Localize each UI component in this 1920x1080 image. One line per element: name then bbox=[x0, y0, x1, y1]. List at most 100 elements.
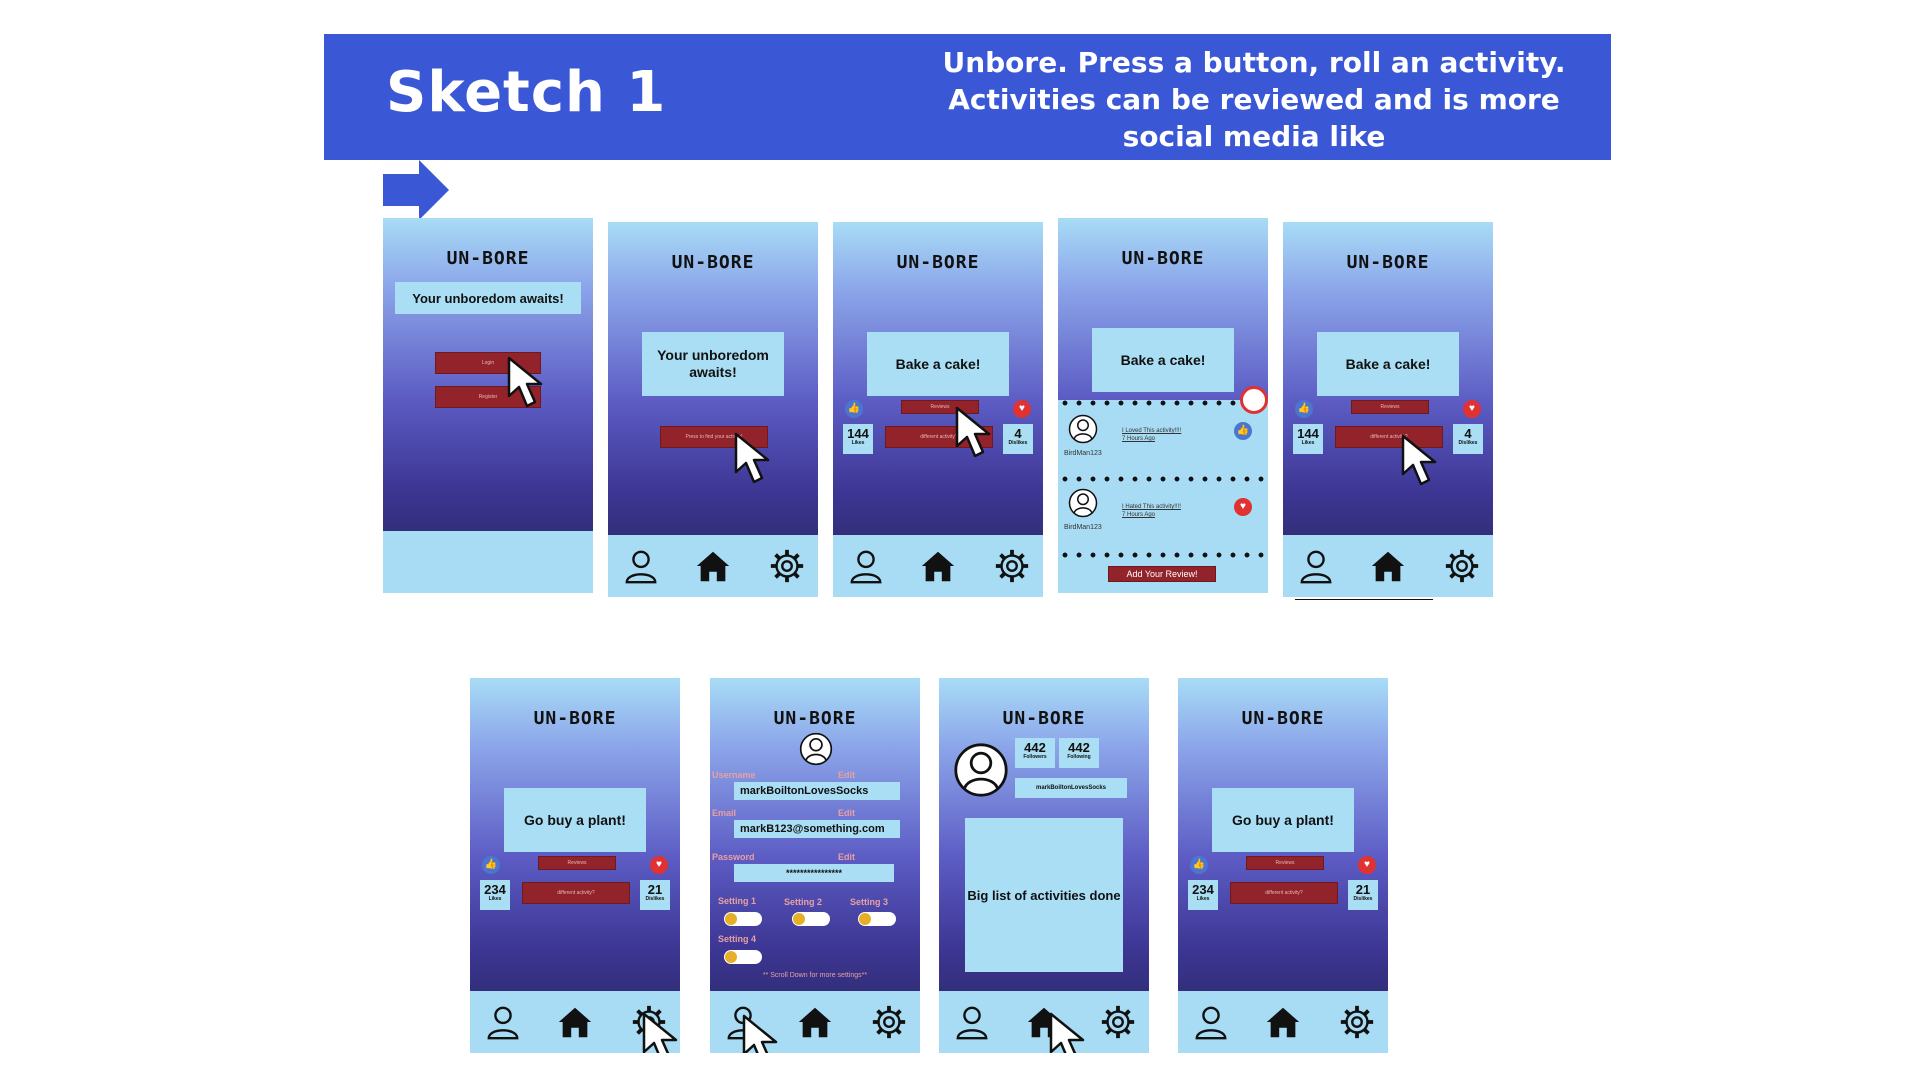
settings-icon[interactable] bbox=[768, 547, 806, 585]
activity-card: Go buy a plant! bbox=[504, 788, 646, 852]
home-icon[interactable] bbox=[1264, 1003, 1302, 1041]
profile-icon[interactable] bbox=[622, 547, 660, 585]
avatar-icon bbox=[1068, 488, 1098, 518]
like-icon[interactable]: 👍 bbox=[482, 856, 500, 874]
review-text: I Hated This activity!!!! bbox=[1122, 504, 1181, 510]
username-label: Username bbox=[712, 770, 756, 780]
dislike-icon[interactable]: ♥ bbox=[650, 856, 668, 874]
activity-card: Bake a cake! bbox=[867, 332, 1009, 396]
dislike-icon[interactable]: ♥ bbox=[1358, 856, 1376, 874]
reviews-button[interactable]: Reviews bbox=[1246, 856, 1324, 870]
dislikes-count: 21 Dislikes bbox=[1348, 880, 1378, 910]
app-logo: UN-BORE bbox=[533, 708, 617, 729]
activities-list[interactable]: Big list of activities done bbox=[965, 818, 1123, 972]
screen-reviews: UN-BORE Bake a cake! BirdMan123 I Loved … bbox=[1058, 218, 1268, 593]
settings-icon[interactable] bbox=[1338, 1003, 1376, 1041]
setting-2-label: Setting 2 bbox=[784, 897, 823, 907]
review-time: 7 Hours Ago bbox=[1122, 436, 1156, 442]
email-field[interactable]: markB123@something.com bbox=[734, 820, 900, 838]
app-logo: UN-BORE bbox=[446, 248, 530, 269]
navbar bbox=[833, 535, 1043, 597]
divider bbox=[1058, 476, 1268, 482]
edit-password-link[interactable]: Edit bbox=[838, 852, 855, 862]
likes-count: 234 Likes bbox=[1188, 880, 1218, 910]
home-icon[interactable] bbox=[556, 1003, 594, 1041]
profile-icon[interactable] bbox=[847, 547, 885, 585]
settings-icon[interactable] bbox=[1099, 1003, 1137, 1041]
reviews-panel: BirdMan123 I Loved This activity!!!! 7 H… bbox=[1058, 400, 1268, 593]
profile-icon[interactable] bbox=[1192, 1003, 1230, 1041]
home-icon[interactable] bbox=[919, 547, 957, 585]
activity-card: Go buy a plant! bbox=[1212, 788, 1354, 852]
home-icon[interactable] bbox=[694, 547, 732, 585]
navbar bbox=[608, 535, 818, 597]
dislike-icon[interactable]: ♥ bbox=[1234, 498, 1252, 516]
dislike-icon[interactable]: ♥ bbox=[1463, 400, 1481, 418]
home-icon[interactable] bbox=[1369, 547, 1407, 585]
profile-icon[interactable] bbox=[953, 1003, 991, 1041]
different-activity-button[interactable]: different activity? bbox=[1230, 882, 1338, 904]
avatar-icon bbox=[1068, 414, 1098, 444]
app-logo: UN-BORE bbox=[773, 708, 857, 729]
add-review-button[interactable]: Add Your Review! bbox=[1108, 566, 1216, 582]
sketch-title: Sketch 1 bbox=[386, 60, 667, 125]
navbar bbox=[939, 991, 1149, 1053]
cursor-icon bbox=[640, 1010, 680, 1053]
app-logo: UN-BORE bbox=[1241, 708, 1325, 729]
cursor-icon bbox=[505, 354, 557, 410]
username-field[interactable]: markBoiltonLovesSocks bbox=[734, 782, 900, 800]
like-icon[interactable]: 👍 bbox=[1190, 856, 1208, 874]
setting-3-toggle[interactable] bbox=[858, 912, 896, 926]
reviews-button[interactable]: Reviews bbox=[538, 856, 616, 870]
like-icon[interactable]: 👍 bbox=[1234, 422, 1252, 440]
dislikes-count: 4 Dislikes bbox=[1453, 424, 1483, 454]
screen-find-activity: UN-BORE Your unboredom awaits! Press to … bbox=[608, 222, 818, 597]
review-time: 7 Hours Ago bbox=[1122, 512, 1156, 518]
password-field[interactable]: **************** bbox=[734, 864, 894, 882]
cursor-icon bbox=[740, 1012, 792, 1053]
app-logo: UN-BORE bbox=[1346, 252, 1430, 273]
navbar bbox=[1178, 991, 1388, 1053]
cursor-icon bbox=[953, 404, 1005, 460]
screen-login: UN-BORE Your unboredom awaits! Login Reg… bbox=[383, 218, 593, 593]
setting-2-toggle[interactable] bbox=[792, 912, 830, 926]
dislikes-count: 4 Dislikes bbox=[1003, 424, 1033, 454]
settings-icon[interactable] bbox=[1443, 547, 1481, 585]
review-user: BirdMan123 bbox=[1064, 450, 1102, 457]
avatar-icon bbox=[799, 732, 833, 766]
setting-4-toggle[interactable] bbox=[724, 950, 762, 964]
navbar bbox=[1283, 535, 1493, 597]
setting-4-label: Setting 4 bbox=[718, 934, 757, 944]
review-user: BirdMan123 bbox=[1064, 524, 1102, 531]
flow-line bbox=[1295, 599, 1433, 600]
app-logo: UN-BORE bbox=[671, 252, 755, 273]
dislike-icon[interactable]: ♥ bbox=[1013, 400, 1031, 418]
setting-3-label: Setting 3 bbox=[850, 897, 889, 907]
scroll-hint: ** Scroll Down for more settings** bbox=[762, 972, 868, 979]
home-icon[interactable] bbox=[796, 1003, 834, 1041]
reviews-button[interactable]: Reviews bbox=[1351, 400, 1429, 414]
settings-icon[interactable] bbox=[870, 1003, 908, 1041]
different-activity-button[interactable]: different activity? bbox=[522, 882, 630, 904]
header-banner: Sketch 1 Unbore. Press a button, roll an… bbox=[324, 34, 1611, 160]
like-icon[interactable]: 👍 bbox=[1295, 400, 1313, 418]
review-text: I Loved This activity!!!! bbox=[1122, 428, 1182, 434]
navbar-empty bbox=[383, 531, 593, 593]
profile-icon[interactable] bbox=[1297, 547, 1335, 585]
screen-activity-plant: UN-BORE Go buy a plant! 👍 ♥ Reviews diff… bbox=[470, 678, 680, 1053]
profile-icon[interactable] bbox=[484, 1003, 522, 1041]
screen-profile: UN-BORE 442 Followers 442 Following markBo… bbox=[939, 678, 1149, 1053]
edit-email-link[interactable]: Edit bbox=[838, 808, 855, 818]
activity-card: Bake a cake! bbox=[1317, 332, 1459, 396]
app-logo: UN-BORE bbox=[896, 252, 980, 273]
tap-indicator bbox=[1240, 386, 1268, 414]
divider bbox=[1058, 552, 1268, 558]
edit-username-link[interactable]: Edit bbox=[838, 770, 855, 780]
like-icon[interactable]: 👍 bbox=[845, 400, 863, 418]
cursor-icon bbox=[1399, 432, 1451, 488]
review-item: BirdMan123 I Hated This activity!!!! 7 H… bbox=[1058, 486, 1268, 546]
profile-username: markBoiltonLovesSocks bbox=[1015, 778, 1127, 798]
setting-1-toggle[interactable] bbox=[724, 912, 762, 926]
settings-icon[interactable] bbox=[993, 547, 1031, 585]
screen-settings: UN-BORE Username Edit markBoiltonLovesSo… bbox=[710, 678, 920, 1053]
